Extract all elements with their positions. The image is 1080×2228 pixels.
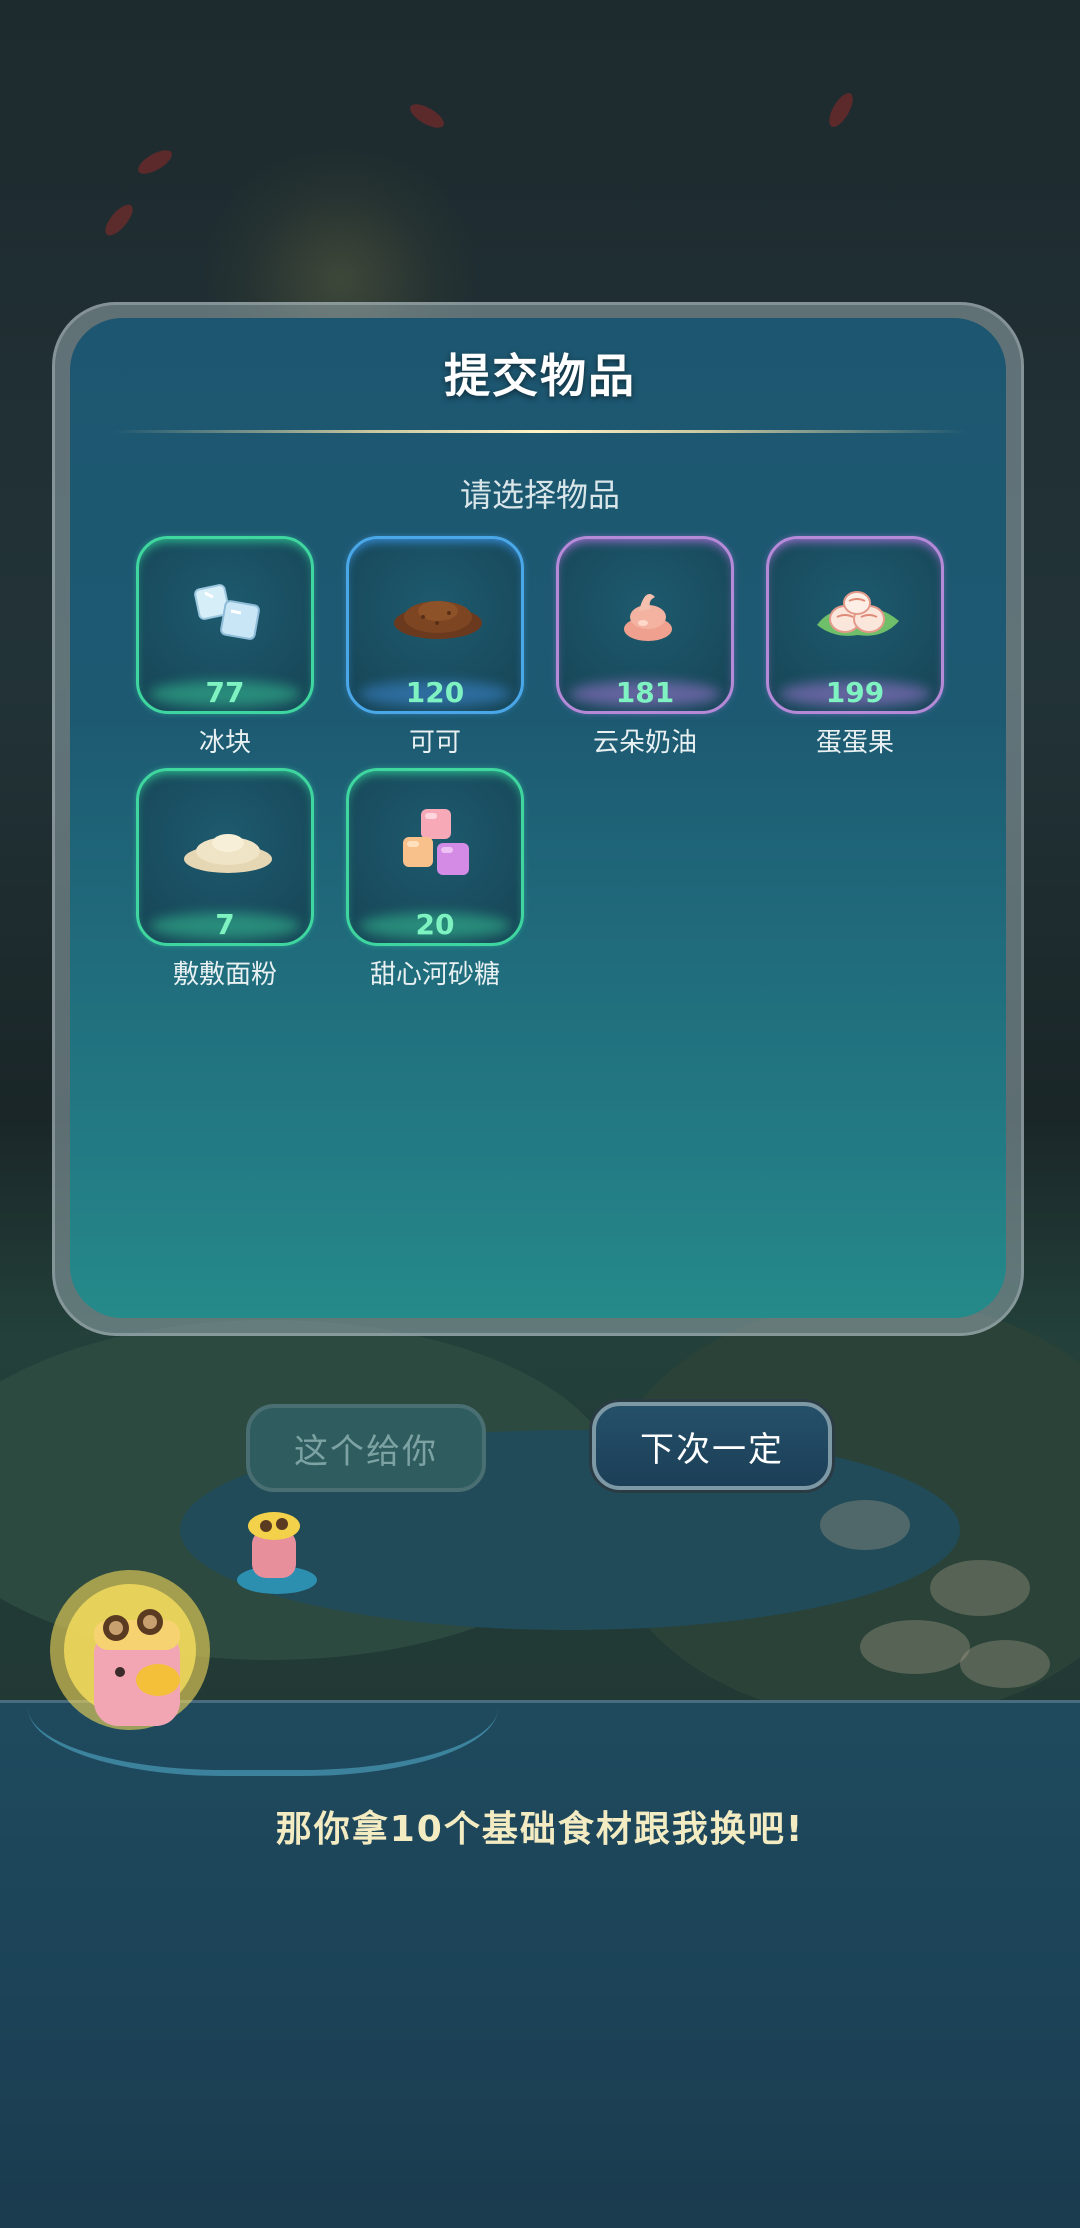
game-scene: 提交物品 请选择物品 77 冰块 120 可可 181 云朵奶油 199 蛋蛋果… bbox=[0, 0, 1080, 2228]
character-avatar bbox=[50, 1570, 210, 1730]
ice-cube-icon bbox=[194, 584, 260, 640]
item-slot-egg-fruit[interactable]: 199 bbox=[766, 536, 944, 714]
panel-subtitle: 请选择物品 bbox=[459, 476, 620, 514]
item-label: 云朵奶油 bbox=[592, 728, 697, 758]
item-count: 181 bbox=[615, 676, 675, 709]
stone bbox=[860, 1620, 970, 1674]
petal bbox=[824, 89, 858, 131]
dialog-text: 那你拿10个基础食材跟我换吧! bbox=[275, 1809, 805, 1850]
item-slot-flour[interactable]: 7 bbox=[136, 768, 314, 946]
item-label: 敷敷面粉 bbox=[172, 960, 277, 990]
title-divider bbox=[112, 430, 968, 433]
item-count: 120 bbox=[405, 676, 465, 709]
panel-title: 提交物品 bbox=[444, 349, 636, 403]
dialog-box[interactable] bbox=[0, 1700, 1080, 2228]
sugar-cubes-icon bbox=[403, 809, 469, 875]
stone bbox=[930, 1560, 1030, 1616]
item-label: 甜心河砂糖 bbox=[369, 960, 500, 990]
next-time-button[interactable]: 下次一定 bbox=[592, 1402, 832, 1490]
cream-icon bbox=[624, 594, 672, 641]
duck-float-figure bbox=[237, 1512, 317, 1594]
petal bbox=[134, 145, 176, 179]
item-count: 77 bbox=[205, 676, 245, 709]
item-count: 199 bbox=[825, 676, 885, 709]
item-slot-cream[interactable]: 181 bbox=[556, 536, 734, 714]
petal bbox=[100, 200, 138, 240]
item-label: 冰块 bbox=[198, 728, 251, 758]
item-slot-cocoa[interactable]: 120 bbox=[346, 536, 524, 714]
give-button[interactable]: 这个给你 bbox=[246, 1404, 486, 1492]
stone bbox=[960, 1640, 1050, 1688]
item-slot-ice[interactable]: 77 bbox=[136, 536, 314, 714]
petal bbox=[406, 99, 448, 133]
item-slot-sugar[interactable]: 20 bbox=[346, 768, 524, 946]
egg-fruit-icon bbox=[817, 591, 899, 636]
stone bbox=[820, 1500, 910, 1550]
item-label: 蛋蛋果 bbox=[815, 728, 894, 758]
cocoa-powder-icon bbox=[394, 601, 482, 639]
flour-icon bbox=[184, 834, 272, 873]
item-count: 7 bbox=[215, 908, 235, 941]
item-count: 20 bbox=[415, 908, 455, 941]
item-label: 可可 bbox=[408, 728, 461, 758]
